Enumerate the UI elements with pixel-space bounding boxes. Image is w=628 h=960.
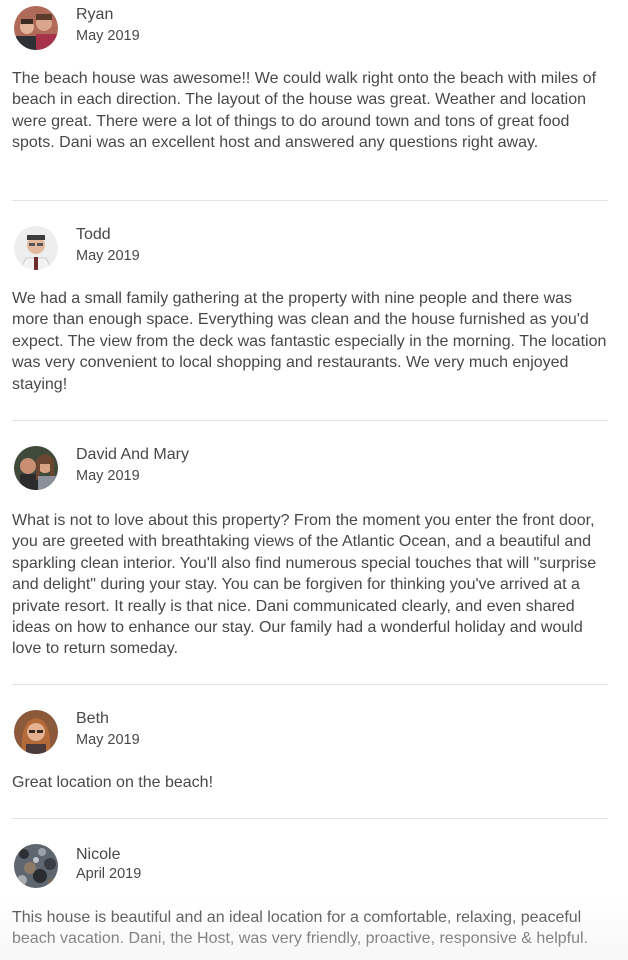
review-text: Great location on the beach! bbox=[12, 774, 214, 791]
reviewer-name: Ryan bbox=[76, 6, 114, 23]
review-date: May 2019 bbox=[76, 468, 140, 484]
review-text: This house is beautiful and an ideal loc… bbox=[12, 909, 588, 948]
review-date: May 2019 bbox=[76, 732, 140, 748]
reviewer-name: David And Mary bbox=[76, 446, 189, 463]
reviewer-name: Nicole bbox=[76, 846, 121, 863]
avatar[interactable] bbox=[14, 710, 58, 754]
review-date: April 2019 bbox=[76, 866, 142, 882]
reviewer-name: Todd bbox=[76, 226, 111, 243]
avatar[interactable] bbox=[14, 446, 58, 490]
review-date: May 2019 bbox=[76, 28, 140, 44]
review-date: May 2019 bbox=[76, 248, 140, 264]
reviewer-name: Beth bbox=[76, 710, 109, 727]
avatar[interactable] bbox=[14, 6, 58, 50]
avatar[interactable] bbox=[14, 226, 58, 270]
divider bbox=[12, 818, 608, 819]
divider bbox=[12, 200, 608, 201]
divider bbox=[12, 420, 608, 421]
review-text: What is not to love about this property?… bbox=[12, 512, 597, 658]
review-text: The beach house was awesome!! We could w… bbox=[12, 70, 597, 152]
divider bbox=[12, 684, 608, 685]
review-text: We had a small family gathering at the p… bbox=[12, 290, 607, 393]
avatar[interactable] bbox=[14, 844, 58, 888]
